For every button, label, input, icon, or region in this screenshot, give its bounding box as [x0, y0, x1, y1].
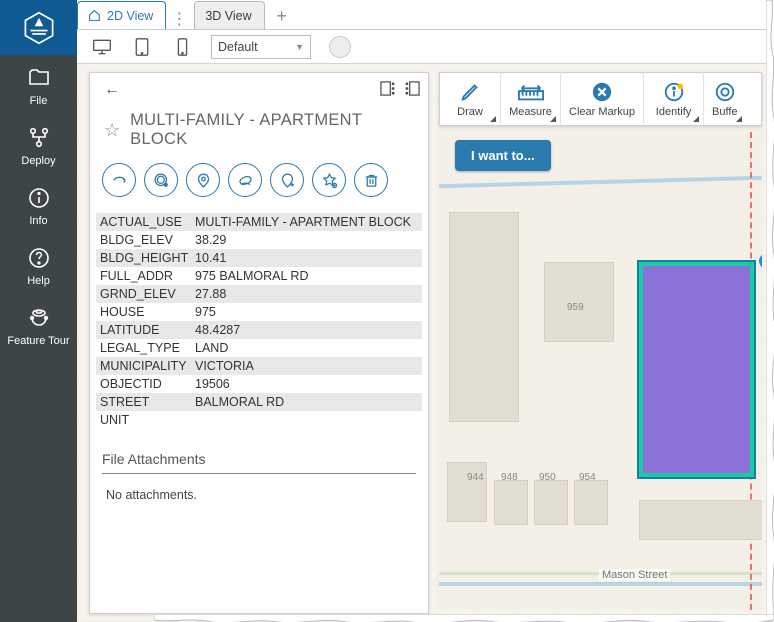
- clear-icon: [591, 80, 613, 104]
- selected-feature-polygon: [639, 262, 754, 477]
- table-row: FULL_ADDR975 BALMORAL RD: [96, 267, 422, 285]
- building: [639, 500, 762, 540]
- feature-title: MULTI-FAMILY - APARTMENT BLOCK: [130, 111, 414, 149]
- table-row: BLDG_ELEV38.29: [96, 231, 422, 249]
- add-related-button[interactable]: [312, 163, 346, 197]
- add-tab-button[interactable]: +: [269, 3, 295, 29]
- attachments-header: File Attachments: [102, 451, 416, 474]
- device-toolbar: Default ▼: [77, 30, 774, 64]
- deploy-icon: [26, 125, 52, 151]
- tab-3d-view[interactable]: 3D View: [194, 1, 264, 29]
- layout-select[interactable]: Default ▼: [211, 35, 311, 59]
- dropdown-indicator-icon: [490, 116, 496, 122]
- select-value: Default: [218, 40, 258, 54]
- sidebar-item-label: Help: [27, 275, 50, 287]
- dropdown-indicator-icon: [736, 116, 742, 122]
- sidebar-item-label: Deploy: [21, 155, 55, 167]
- sidebar: File Deploy Info Help Feature Tour: [0, 0, 77, 622]
- home-icon: [88, 9, 101, 22]
- favorite-star-icon[interactable]: ☆: [104, 120, 120, 141]
- pencil-icon: [459, 80, 481, 104]
- dropdown-indicator-icon: [550, 116, 556, 122]
- identify-icon: [663, 80, 685, 104]
- attachments-empty: No attachments.: [90, 478, 428, 512]
- tool-draw[interactable]: Draw: [440, 72, 500, 126]
- i-want-to-button[interactable]: I want to...: [455, 140, 551, 171]
- tab-2d-view[interactable]: 2D View: [77, 1, 166, 29]
- table-row: GRND_ELEV27.88: [96, 285, 422, 303]
- street-label: Mason Street: [599, 569, 670, 581]
- building-label: 959: [567, 302, 584, 313]
- tool-buffer[interactable]: Buffe: [703, 72, 746, 126]
- torn-edge-bottom: [154, 614, 774, 622]
- building: [574, 480, 608, 525]
- help-icon: [26, 245, 52, 271]
- attribute-table: ACTUAL_USEMULTI-FAMILY - APARTMENT BLOCK…: [90, 209, 428, 433]
- sidebar-item-feature-tour[interactable]: Feature Tour: [0, 295, 77, 355]
- table-row: STREETBALMORAL RD: [96, 393, 422, 411]
- edit-button[interactable]: [228, 163, 262, 197]
- sidebar-item-help[interactable]: Help: [0, 235, 77, 295]
- table-row: BLDG_HEIGHT10.41: [96, 249, 422, 267]
- building-label: 954: [579, 472, 596, 483]
- tool-identify[interactable]: Identify: [643, 72, 703, 126]
- pan-to-button[interactable]: [186, 163, 220, 197]
- table-row: UNIT: [96, 411, 422, 429]
- feature-tools: i: [90, 157, 428, 209]
- panel-expand-icon[interactable]: [405, 81, 420, 99]
- sidebar-item-info[interactable]: Info: [0, 175, 77, 235]
- tablet-icon[interactable]: [131, 36, 153, 58]
- sidebar-item-label: File: [30, 95, 48, 107]
- caret-down-icon: ▼: [295, 42, 304, 52]
- table-row: LEGAL_TYPELAND: [96, 339, 422, 357]
- map-toolbar: Draw Measure Clear Markup Identify: [439, 72, 762, 126]
- folder-icon: [26, 65, 52, 91]
- sidebar-item-deploy[interactable]: Deploy: [0, 115, 77, 175]
- ruler-icon: [518, 80, 544, 104]
- table-row: MUNICIPALITYVICTORIA: [96, 357, 422, 375]
- map-marker-icon: [759, 254, 762, 268]
- building-label: 944: [467, 472, 484, 483]
- table-row: HOUSE975: [96, 303, 422, 321]
- tab-bar: 2D View ⋮ 3D View +: [77, 0, 774, 30]
- building: [534, 480, 568, 525]
- feature-details-panel: ← ☆ MULTI-FAMILY - APARTMENT BLOCK i: [89, 72, 429, 614]
- building: [449, 212, 519, 422]
- info-icon: [26, 185, 52, 211]
- phone-icon[interactable]: [171, 36, 193, 58]
- disabled-action: [329, 36, 351, 58]
- road: [439, 176, 762, 189]
- building-label: 950: [539, 472, 556, 483]
- building: [494, 480, 528, 525]
- building-label: 948: [501, 472, 518, 483]
- panel-collapse-icon[interactable]: [380, 81, 395, 99]
- app-logo: [0, 0, 77, 55]
- sidebar-item-label: Feature Tour: [7, 335, 69, 347]
- tab-label: 3D View: [205, 9, 251, 23]
- table-row: OBJECTID19506: [96, 375, 422, 393]
- tool-clear-markup[interactable]: Clear Markup: [560, 72, 643, 126]
- table-row: LATITUDE48.4287: [96, 321, 422, 339]
- zoom-to-button[interactable]: [102, 163, 136, 197]
- building: [447, 462, 487, 522]
- torn-edge-right: [766, 0, 774, 622]
- sidebar-item-file[interactable]: File: [0, 55, 77, 115]
- sidebar-item-label: Info: [29, 215, 47, 227]
- tab-label: 2D View: [107, 9, 153, 23]
- logo-icon: [22, 11, 56, 45]
- tab-menu-icon[interactable]: ⋮: [170, 9, 188, 29]
- buffer-button[interactable]: i: [144, 163, 178, 197]
- desktop-icon[interactable]: [91, 36, 113, 58]
- dropdown-indicator-icon: [693, 116, 699, 122]
- road: [439, 582, 762, 586]
- tool-measure[interactable]: Measure: [500, 72, 560, 126]
- back-button[interactable]: ←: [98, 81, 126, 99]
- select-button[interactable]: [270, 163, 304, 197]
- buffer-icon: [714, 80, 736, 104]
- delete-button[interactable]: [354, 163, 388, 197]
- table-row: ACTUAL_USEMULTI-FAMILY - APARTMENT BLOCK: [96, 213, 422, 231]
- tour-icon: [26, 305, 52, 331]
